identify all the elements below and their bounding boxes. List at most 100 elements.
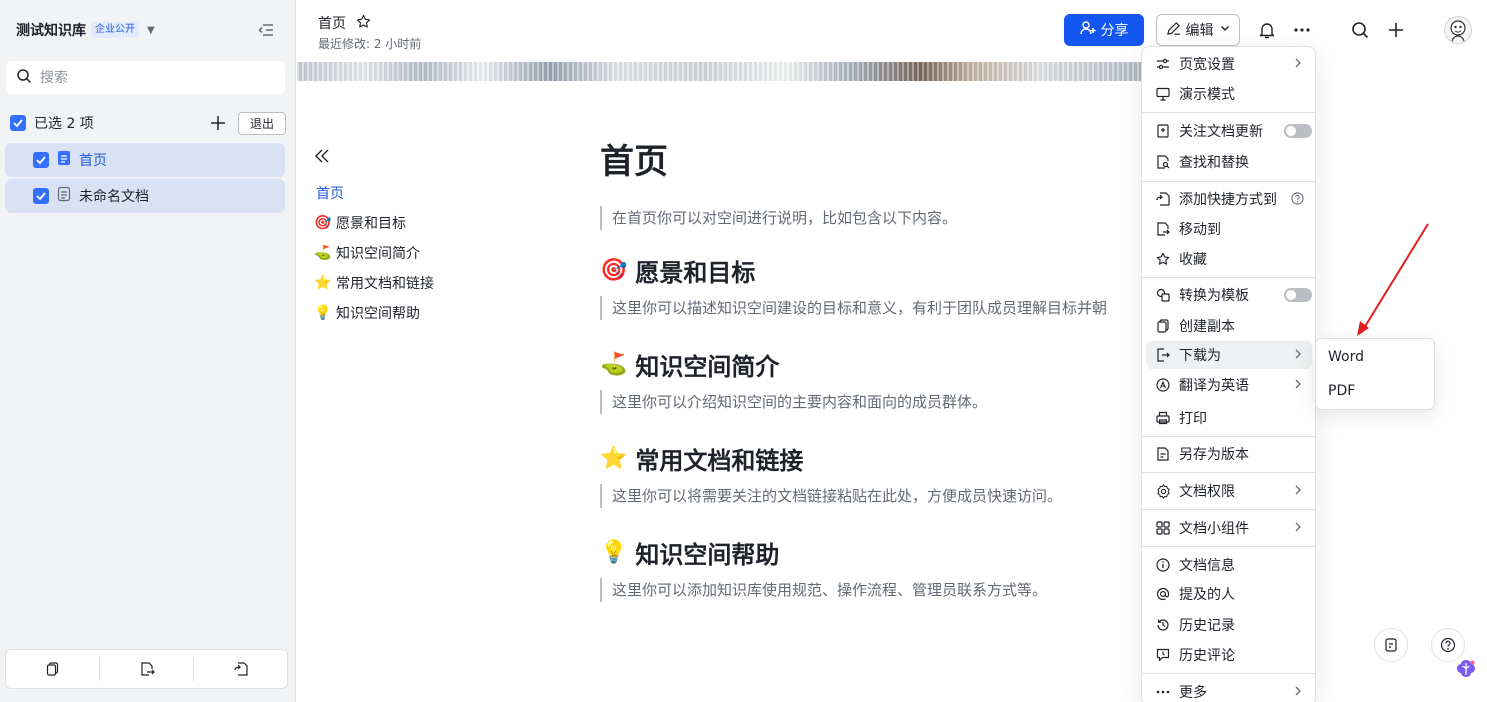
- menu-item-label: 另存为版本: [1179, 447, 1249, 463]
- section-quote[interactable]: 这里你可以描述知识空间建设的目标和意义，有利于团队成员理解目标并朝: [600, 296, 1140, 320]
- section-quote[interactable]: 这里你可以添加知识库使用规范、操作流程、管理员联系方式等。: [600, 578, 1140, 602]
- follow-updates-toggle[interactable]: [1284, 124, 1312, 138]
- bookmark-bell-icon: [1155, 123, 1171, 139]
- export-icon: [1155, 347, 1171, 363]
- download-format-submenu: Word PDF: [1315, 338, 1435, 410]
- section-quote[interactable]: 这里你可以介绍知识空间的主要内容和面向的成员群体。: [600, 390, 1140, 414]
- copy-icon: [1155, 318, 1171, 334]
- bell-icon[interactable]: [1256, 19, 1278, 41]
- search-icon[interactable]: [1349, 19, 1371, 41]
- search-input[interactable]: [40, 69, 260, 86]
- section-heading[interactable]: 🎯 愿景和目标: [600, 250, 1140, 290]
- shortcut-icon[interactable]: [193, 657, 287, 681]
- menu-item-download-as[interactable]: 下载为: [1146, 341, 1312, 369]
- outline-item-vision[interactable]: 🎯 愿景和目标: [314, 208, 514, 238]
- section-heading[interactable]: ⭐ 常用文档和链接: [600, 438, 1140, 478]
- star-icon[interactable]: [356, 14, 371, 33]
- menu-item-favorite[interactable]: 收藏: [1146, 245, 1312, 273]
- tree-item-home[interactable]: 首页: [5, 143, 285, 177]
- menu-item-save-version[interactable]: 另存为版本: [1146, 440, 1312, 468]
- move-icon[interactable]: [99, 657, 193, 681]
- menu-item-translate[interactable]: 翻译为英语: [1146, 371, 1312, 399]
- comment-history-icon: [1155, 647, 1171, 663]
- outline-item-help[interactable]: 💡 知识空间帮助: [314, 298, 514, 328]
- page-title[interactable]: 首页: [600, 134, 1140, 182]
- add-icon[interactable]: [208, 113, 228, 133]
- doc-title[interactable]: 首页: [318, 13, 346, 33]
- outline-item-label: 知识空间简介: [336, 246, 420, 262]
- ai-assistant-icon[interactable]: [1447, 650, 1485, 688]
- knowledge-base-title[interactable]: 测试知识库: [16, 20, 86, 40]
- dropdown-caret-icon[interactable]: ▼: [147, 25, 155, 36]
- sidebar-bottom-toolbar: [5, 649, 288, 689]
- outline-item-links[interactable]: ⭐ 常用文档和链接: [314, 268, 514, 298]
- menu-item-presentation[interactable]: 演示模式: [1146, 80, 1312, 108]
- exit-selection-button[interactable]: 退出: [238, 112, 286, 135]
- history-icon: [1155, 617, 1171, 633]
- document-outline: 首页 🎯 愿景和目标 ⛳ 知识空间简介 ⭐ 常用文档和链接 💡 知识空间帮助: [314, 146, 514, 328]
- item-checkbox[interactable]: [33, 188, 49, 204]
- section-heading[interactable]: 💡 知识空间帮助: [600, 532, 1140, 572]
- find-replace-icon: [1155, 154, 1171, 170]
- at-sign-icon: [1155, 586, 1171, 602]
- menu-item-widgets[interactable]: 文档小组件: [1146, 514, 1312, 542]
- menu-item-page-width[interactable]: 页宽设置: [1146, 50, 1312, 78]
- template-icon: [1155, 287, 1171, 303]
- menu-item-doc-info[interactable]: 文档信息: [1146, 551, 1312, 579]
- copy-link-float-button[interactable]: [1374, 628, 1408, 662]
- menu-divider: [1142, 277, 1315, 278]
- collapse-outline-icon[interactable]: [314, 146, 332, 166]
- visibility-badge: 企业公开: [91, 22, 139, 38]
- item-checkbox[interactable]: [33, 152, 49, 168]
- target-emoji-icon: 🎯: [314, 215, 332, 231]
- select-all-checkbox[interactable]: [10, 115, 26, 131]
- menu-item-label: 文档权限: [1179, 484, 1235, 500]
- sliders-icon: [1155, 56, 1171, 72]
- menu-item-move-to[interactable]: 移动到: [1146, 215, 1312, 243]
- outline-item-intro[interactable]: ⛳ 知识空间简介: [314, 238, 514, 268]
- search-box[interactable]: [6, 61, 285, 94]
- outline-item-label: 愿景和目标: [336, 216, 406, 232]
- widget-icon: [1155, 520, 1171, 536]
- download-word-option[interactable]: Word: [1320, 342, 1430, 372]
- menu-item-label: 查找和替换: [1179, 155, 1249, 171]
- section-quote[interactable]: 这里你可以将需要关注的文档链接粘贴在此处，方便成员快速访问。: [600, 484, 1140, 508]
- help-icon[interactable]: [1291, 192, 1304, 209]
- printer-icon: [1155, 410, 1171, 426]
- menu-divider: [1142, 673, 1315, 674]
- menu-item-permissions[interactable]: 文档权限: [1146, 477, 1312, 505]
- intro-quote[interactable]: 在首页你可以对空间进行说明，比如包含以下内容。: [600, 206, 1140, 230]
- section-heading-text: 常用文档和链接: [635, 446, 804, 475]
- menu-item-print[interactable]: 打印: [1146, 404, 1312, 432]
- outline-item-home[interactable]: 首页: [314, 178, 514, 208]
- menu-item-label: 历史评论: [1179, 648, 1235, 664]
- convert-template-toggle[interactable]: [1284, 288, 1312, 302]
- menu-item-follow-updates[interactable]: 关注文档更新: [1146, 117, 1312, 145]
- knowledge-base-header[interactable]: 测试知识库 企业公开 ▼: [16, 18, 280, 42]
- copy-icon[interactable]: [6, 657, 99, 681]
- document-body[interactable]: 首页 在首页你可以对空间进行说明，比如包含以下内容。 🎯 愿景和目标 这里你可以…: [600, 134, 1140, 602]
- menu-item-history-comments[interactable]: 历史评论: [1146, 641, 1312, 669]
- collapse-sidebar-icon[interactable]: [256, 20, 276, 40]
- presentation-icon: [1155, 86, 1171, 102]
- menu-item-convert-template[interactable]: 转换为模板: [1146, 281, 1312, 309]
- chevron-right-icon: [1294, 685, 1302, 701]
- menu-item-add-shortcut[interactable]: 添加快捷方式到: [1146, 185, 1312, 213]
- tree-item-untitled[interactable]: 未命名文档: [5, 179, 285, 213]
- menu-item-create-copy[interactable]: 创建副本: [1146, 312, 1312, 340]
- edit-mode-button[interactable]: 编辑: [1156, 14, 1240, 46]
- menu-item-label: 提及的人: [1179, 587, 1235, 603]
- menu-item-label: 下载为: [1179, 348, 1221, 364]
- more-options-icon[interactable]: [1291, 19, 1313, 41]
- add-icon[interactable]: [1385, 19, 1407, 41]
- menu-item-mentioned[interactable]: 提及的人: [1146, 580, 1312, 608]
- menu-item-find-replace[interactable]: 查找和替换: [1146, 148, 1312, 176]
- user-avatar[interactable]: [1444, 16, 1472, 44]
- chevron-right-icon: [1294, 57, 1302, 73]
- menu-item-more[interactable]: 更多: [1146, 678, 1312, 702]
- share-button[interactable]: 分享: [1064, 14, 1144, 46]
- download-pdf-option[interactable]: PDF: [1320, 376, 1430, 406]
- section-heading[interactable]: ⛳ 知识空间简介: [600, 344, 1140, 384]
- lightbulb-emoji-icon: 💡: [600, 539, 628, 565]
- menu-item-history[interactable]: 历史记录: [1146, 611, 1312, 639]
